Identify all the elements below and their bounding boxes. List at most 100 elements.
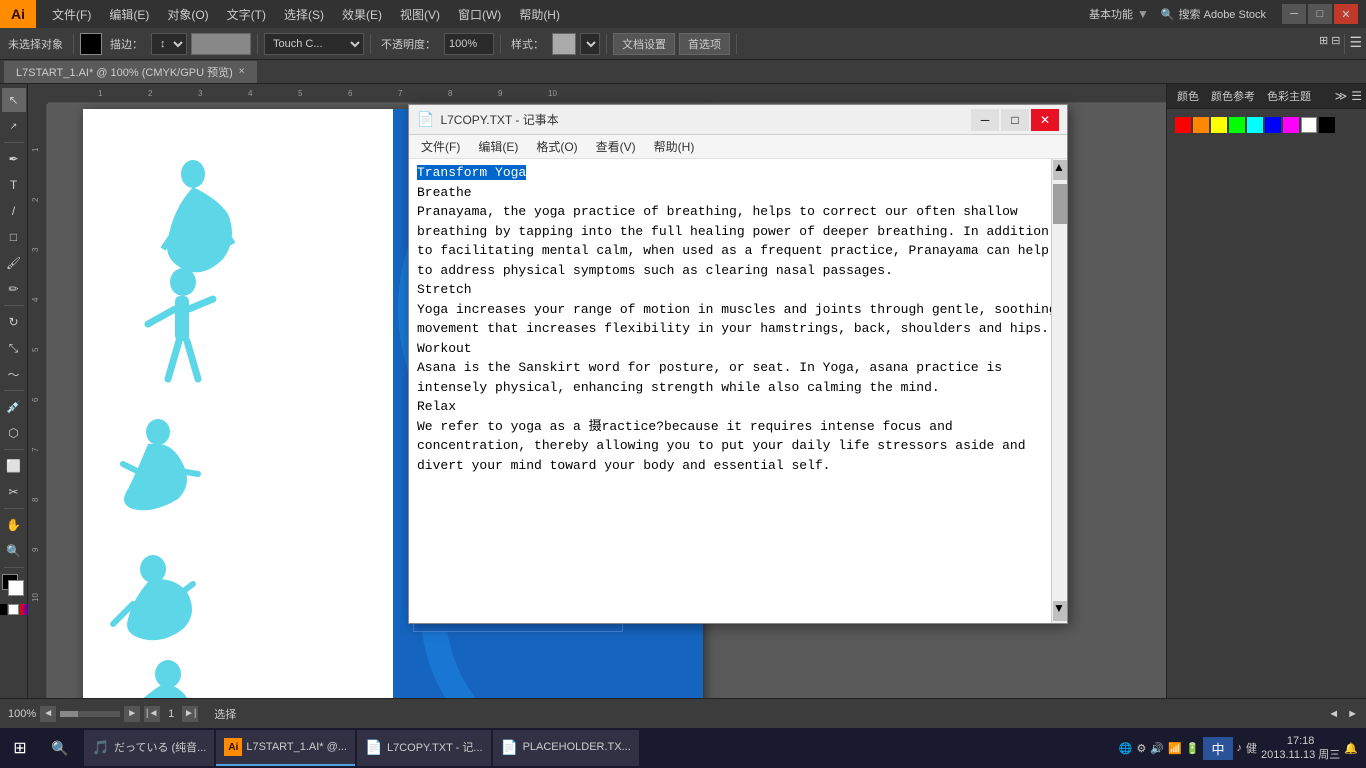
tool-paintbrush[interactable]: 🖌 xyxy=(2,251,26,275)
np-menu-format[interactable]: 格式(O) xyxy=(528,136,585,157)
tool-eyedrop[interactable]: 💉 xyxy=(2,395,26,419)
taskbar-notepad[interactable]: 📄 L7COPY.TXT - 记... xyxy=(357,730,491,766)
scroll-thumb[interactable] xyxy=(1053,184,1067,224)
menu-help[interactable]: 帮助(H) xyxy=(511,4,568,25)
swatch-red[interactable] xyxy=(1175,117,1191,133)
tool-hand[interactable]: ✋ xyxy=(2,513,26,537)
notepad-relax-body: We refer to yoga as a 摄ractice?because i… xyxy=(417,419,1026,473)
swatch-orange[interactable] xyxy=(1193,117,1209,133)
search-icon: 🔍 xyxy=(1161,8,1175,21)
np-menu-help[interactable]: 帮助(H) xyxy=(646,136,703,157)
svg-text:7: 7 xyxy=(31,447,40,452)
opacity-label: 不透明度： xyxy=(377,34,440,54)
tool-warp[interactable]: 〜 xyxy=(2,362,26,386)
ai-icon: Ai xyxy=(224,738,242,756)
style-preview xyxy=(552,33,576,55)
swatch-magenta[interactable] xyxy=(1283,117,1299,133)
search-adobe-stock[interactable]: 搜索 Adobe Stock xyxy=(1179,6,1266,22)
taskbar-search[interactable]: 🔍 xyxy=(40,728,80,768)
menu-select[interactable]: 选择(S) xyxy=(276,4,332,25)
zoom-last[interactable]: ►| xyxy=(182,706,198,722)
basic-function-label[interactable]: 基本功能 xyxy=(1089,6,1133,22)
panel-expand[interactable]: ≫ xyxy=(1335,89,1348,103)
color-tab[interactable]: 颜色 xyxy=(1171,86,1205,106)
tool-line[interactable]: / xyxy=(2,199,26,223)
swatch-blue[interactable] xyxy=(1265,117,1281,133)
tool-scale[interactable]: ⤡ xyxy=(2,336,26,360)
notepad-scrollbar[interactable]: ▲ ▼ xyxy=(1051,159,1067,623)
opacity-input[interactable] xyxy=(444,33,494,55)
menu-file[interactable]: 文件(F) xyxy=(44,4,99,25)
doc-tab-item[interactable]: L7START_1.AI* @ 100% (CMYK/GPU 预览) × xyxy=(4,61,257,83)
menu-window[interactable]: 窗口(W) xyxy=(450,4,509,25)
taskbar-music-label: だっている (纯音... xyxy=(114,739,206,755)
zoom-slider[interactable] xyxy=(60,711,120,717)
tool-zoom[interactable]: 🔍 xyxy=(2,539,26,563)
start-button[interactable]: ⊞ xyxy=(0,728,40,768)
notepad-max-button[interactable]: □ xyxy=(1001,109,1029,131)
zoom-in-button[interactable]: ► xyxy=(124,706,140,722)
menu-edit[interactable]: 编辑(E) xyxy=(101,4,157,25)
swatch-green[interactable] xyxy=(1229,117,1245,133)
style-dropdown[interactable]: ▼ xyxy=(580,33,600,55)
tool-select[interactable]: ↖ xyxy=(2,88,26,112)
tool-pencil[interactable]: ✏ xyxy=(2,277,26,301)
color-box[interactable] xyxy=(80,33,102,55)
notepad-close-button[interactable]: ✕ xyxy=(1031,109,1059,131)
tool-pen[interactable]: ✒ xyxy=(2,147,26,171)
taskbar-music[interactable]: 🎵 だっている (纯音... xyxy=(84,730,214,766)
swatch-black[interactable] xyxy=(1319,117,1335,133)
stroke-select[interactable]: ↕ xyxy=(151,33,187,55)
nav-prev[interactable]: ◄ xyxy=(1328,708,1339,720)
swatch-white[interactable] xyxy=(1301,117,1317,133)
svg-text:1: 1 xyxy=(98,89,103,98)
menu-view[interactable]: 视图(V) xyxy=(392,4,448,25)
tool-blend[interactable]: ⬡ xyxy=(2,421,26,445)
color-theme-tab[interactable]: 色彩主题 xyxy=(1261,86,1317,106)
taskbar-notif[interactable]: 🔔 xyxy=(1344,742,1358,755)
svg-text:10: 10 xyxy=(31,593,40,602)
taskbar: ⊞ 🔍 🎵 だっている (纯音... Ai L7START_1.AI* @...… xyxy=(0,728,1366,768)
color-fill-stroke[interactable] xyxy=(2,574,26,598)
tool-artboard[interactable]: ⬜ xyxy=(2,454,26,478)
touch-select[interactable]: Touch C... xyxy=(264,33,364,55)
placeholder-icon: 📄 xyxy=(501,738,519,756)
extra-toolbar-icons: ⊞ ⊟ ☰ xyxy=(1319,34,1362,54)
swatch-yellow[interactable] xyxy=(1211,117,1227,133)
max-button[interactable]: □ xyxy=(1308,4,1332,24)
zoom-out-button[interactable]: ◄ xyxy=(40,706,56,722)
panel-menu[interactable]: ☰ xyxy=(1351,89,1362,103)
color-guide-tab[interactable]: 颜色参考 xyxy=(1205,86,1261,106)
tool-type[interactable]: T xyxy=(2,173,26,197)
scroll-up-button[interactable]: ▲ xyxy=(1053,160,1067,180)
menu-text[interactable]: 文字(T) xyxy=(219,4,274,25)
nav-next[interactable]: ► xyxy=(1347,708,1358,720)
win-controls: ─ □ ✕ xyxy=(1282,4,1358,24)
np-menu-edit[interactable]: 编辑(E) xyxy=(470,136,526,157)
min-button[interactable]: ─ xyxy=(1282,4,1306,24)
taskbar-placeholder[interactable]: 📄 PLACEHOLDER.TX... xyxy=(493,730,639,766)
np-menu-file[interactable]: 文件(F) xyxy=(413,136,468,157)
doc-settings-button[interactable]: 文档设置 xyxy=(613,33,675,55)
notepad-content[interactable]: Transform Yoga Breathe Pranayama, the yo… xyxy=(409,159,1067,623)
preferences-button[interactable]: 首选项 xyxy=(679,33,730,55)
page-num: 1 xyxy=(164,708,178,720)
tool-rect[interactable]: □ xyxy=(2,225,26,249)
doc-tab-close[interactable]: × xyxy=(239,66,245,77)
taskbar-items: 🎵 だっている (纯音... Ai L7START_1.AI* @... 📄 L… xyxy=(80,730,643,766)
tool-rotate[interactable]: ↻ xyxy=(2,310,26,334)
ime-zh[interactable]: 中 xyxy=(1203,737,1232,760)
tool-slice[interactable]: ✂ xyxy=(2,480,26,504)
swatch-cyan[interactable] xyxy=(1247,117,1263,133)
tool-direct[interactable]: ↗ xyxy=(2,114,26,138)
menu-object[interactable]: 对象(O) xyxy=(159,4,216,25)
taskbar-battery: 🔋 xyxy=(1186,742,1200,755)
notepad-selected-heading: Transform Yoga xyxy=(417,165,526,180)
menu-effect[interactable]: 效果(E) xyxy=(334,4,390,25)
notepad-min-button[interactable]: ─ xyxy=(971,109,999,131)
close-button[interactable]: ✕ xyxy=(1334,4,1358,24)
np-menu-view[interactable]: 查看(V) xyxy=(588,136,644,157)
taskbar-illustrator[interactable]: Ai L7START_1.AI* @... xyxy=(216,730,355,766)
zoom-first[interactable]: |◄ xyxy=(144,706,160,722)
scroll-down-button[interactable]: ▼ xyxy=(1053,601,1067,621)
